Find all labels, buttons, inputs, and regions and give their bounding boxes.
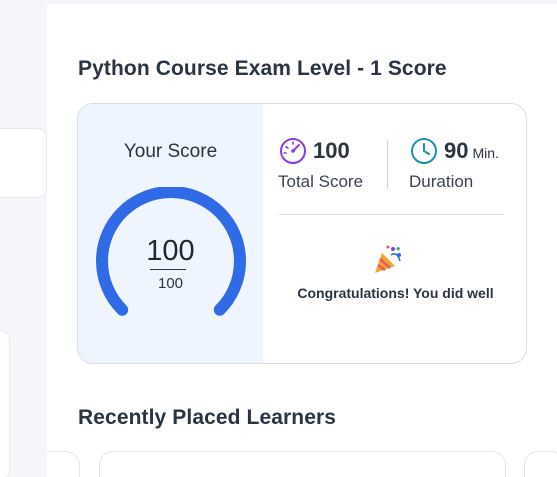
duration-value: 90 [444,138,469,163]
stat-divider [387,140,388,189]
page-title: Python Course Exam Level - 1 Score [78,57,447,80]
learner-card[interactable] [524,451,557,477]
sidebar-card[interactable] [0,128,47,198]
score-max: 100 [157,275,184,292]
total-score-stat: 100 Total Score [278,136,363,192]
learner-card[interactable] [99,451,506,477]
score-card: Your Score 100 100 100 Total Score 90 Mi… [77,103,527,364]
score-value: 100 [146,235,195,267]
duration-stat: 90 Min. Duration [409,136,499,192]
exam-result-page: Python Course Exam Level - 1 Score Your … [0,0,557,477]
score-divider [150,269,186,270]
top-band [47,0,557,4]
score-gauge-panel: Your Score 100 100 [78,104,263,363]
total-score-value: 100 [313,138,350,163]
learners-title: Recently Placed Learners [78,406,337,429]
speedometer-icon [280,138,306,164]
total-score-label: Total Score [278,172,364,191]
learner-card[interactable] [47,451,80,477]
duration-label: Duration [409,172,474,191]
sidebar-card-lower [0,330,10,477]
card-divider [279,214,504,215]
clock-icon [411,138,437,164]
your-score-label: Your Score [123,141,218,162]
congratulations-message: Congratulations! You did well [297,285,494,301]
party-popper-icon [375,245,401,273]
duration-unit: Min. [472,144,499,161]
